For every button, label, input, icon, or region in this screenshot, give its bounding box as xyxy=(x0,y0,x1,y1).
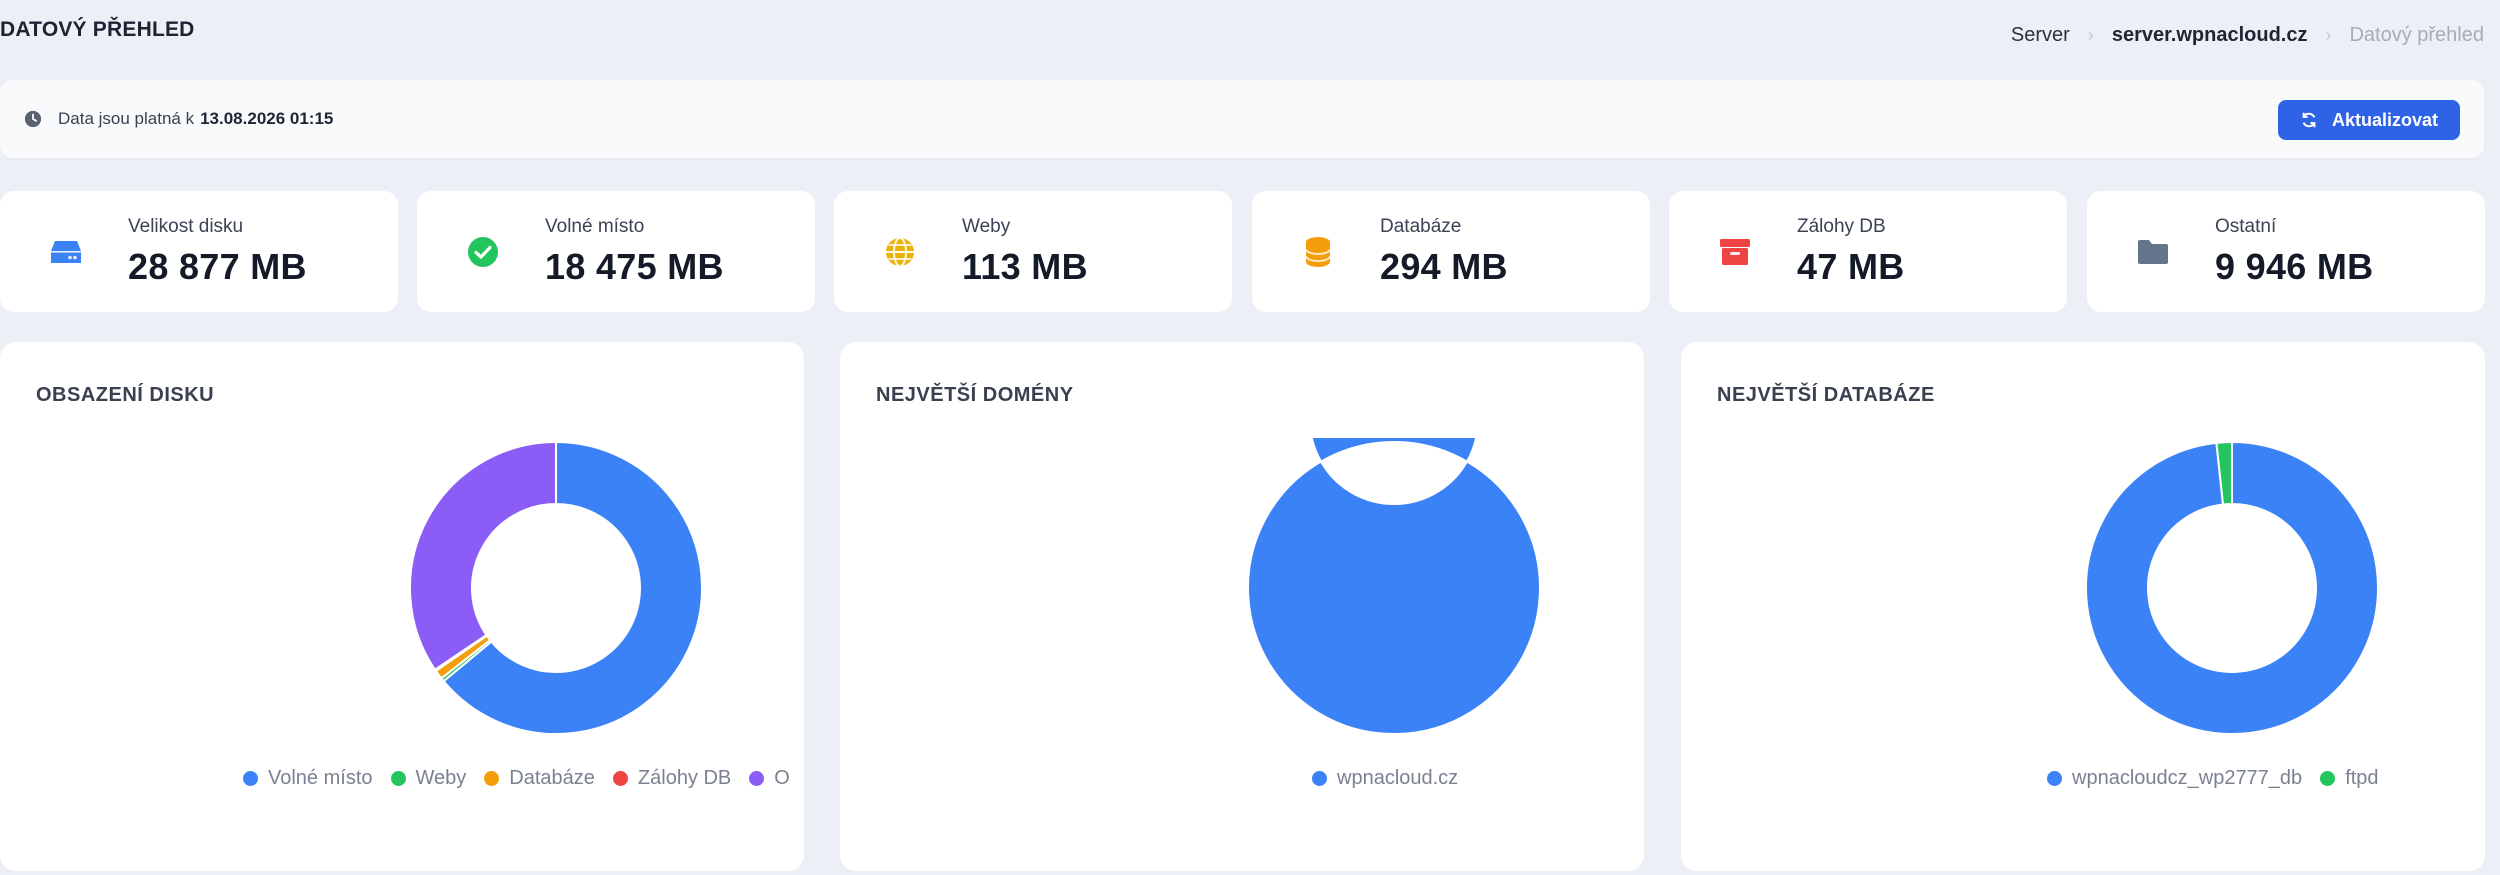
stat-value: 294 MB xyxy=(1380,245,1508,287)
legend-label: Weby xyxy=(415,767,467,789)
panel-title: NEJVĚTŠÍ DOMÉNY xyxy=(876,384,1074,406)
stat-value: 9 946 MB xyxy=(2215,245,2374,287)
stat-label: Zálohy DB xyxy=(1797,215,1886,237)
page-title: DATOVÝ PŘEHLED xyxy=(0,18,195,41)
breadcrumb-server[interactable]: Server xyxy=(2011,24,2070,47)
stat-card-databases: Databáze 294 MB xyxy=(1252,191,1650,312)
legend-dot xyxy=(2320,771,2336,786)
refresh-button-label: Aktualizovat xyxy=(2331,109,2438,130)
stat-card-free-space: Volné místo 18 475 MB xyxy=(417,191,815,312)
legend-dot xyxy=(484,771,500,786)
clock-icon xyxy=(24,110,42,128)
check-circle-icon xyxy=(447,216,519,288)
legend-item-z-lohy-db[interactable]: Zálohy DB xyxy=(612,767,732,790)
chevron-right-icon: › xyxy=(2325,25,2332,45)
validity-date: 13.08.2026 01:15 xyxy=(200,109,334,128)
stat-label: Weby xyxy=(962,215,1011,237)
legend-item-weby[interactable]: Weby xyxy=(390,767,467,790)
chart-legend: wpnacloud.cz xyxy=(1312,767,1458,790)
stat-card-websites: Weby 113 MB xyxy=(834,191,1232,312)
stat-value: 113 MB xyxy=(962,245,1088,287)
legend-item-datab-ze[interactable]: Databáze xyxy=(484,767,595,790)
validity-label: Data jsou platná k xyxy=(58,109,195,128)
refresh-button[interactable]: Aktualizovat xyxy=(2277,100,2460,140)
stat-value: 28 877 MB xyxy=(128,245,307,287)
legend-label: Volné místo xyxy=(268,767,373,789)
stat-card-db-backups: Zálohy DB 47 MB xyxy=(1669,191,2067,312)
legend-label: O xyxy=(774,767,790,789)
folder-icon xyxy=(2117,216,2189,288)
legend-item-o[interactable]: O xyxy=(749,767,790,790)
stat-value: 18 475 MB xyxy=(545,245,724,287)
stats-row: Velikost disku 28 877 MB Volné místo 18 … xyxy=(0,191,2500,312)
legend-dot xyxy=(2047,771,2062,786)
legend-dot xyxy=(749,771,765,786)
legend-label: wpnacloud.cz xyxy=(1337,767,1459,789)
breadcrumb-current: Datový přehled xyxy=(2349,24,2484,46)
legend-label: wpnacloudcz_wp2777_db xyxy=(2072,767,2303,789)
data-validity-bar: Data jsou platná k 13.08.2026 01:15 Aktu… xyxy=(0,80,2484,158)
largest-domains-panel: NEJVĚTŠÍ DOMÉNY wpnacloud.cz xyxy=(840,342,1644,871)
legend-label: Databáze xyxy=(509,767,595,789)
chart-legend: wpnacloudcz_wp2777_db ftpd xyxy=(2047,767,2379,790)
donut-slice-wpnacloud-cz[interactable] xyxy=(1246,438,1541,735)
legend-item-voln-m-sto[interactable]: Volné místo xyxy=(243,767,373,790)
stat-label: Volné místo xyxy=(545,215,645,237)
legend-label: Zálohy DB xyxy=(637,767,732,789)
stat-label: Ostatní xyxy=(2215,215,2277,237)
largest-domains-donut xyxy=(1246,438,1541,735)
chevron-right-icon: › xyxy=(2087,25,2094,45)
refresh-icon xyxy=(2302,112,2316,128)
breadcrumb: Server › server.wpnacloud.cz › Datový př… xyxy=(2011,24,2484,47)
chart-legend: Volné místo Weby Databáze Zálohy DB O xyxy=(243,767,790,790)
breadcrumb-hostname[interactable]: server.wpnacloud.cz xyxy=(2112,24,2308,47)
disk-icon xyxy=(30,216,102,288)
stat-label: Databáze xyxy=(1380,215,1462,237)
panel-title: NEJVĚTŠÍ DATABÁZE xyxy=(1717,384,1935,406)
legend-item-ftpd[interactable]: ftpd xyxy=(2320,767,2379,790)
legend-dot xyxy=(1312,771,1327,786)
legend-label: ftpd xyxy=(2345,767,2379,789)
database-icon xyxy=(1282,216,1354,288)
legend-dot xyxy=(390,771,406,786)
legend-dot xyxy=(243,771,258,786)
stat-card-other: Ostatní 9 946 MB xyxy=(2087,191,2485,312)
largest-databases-panel: NEJVĚTŠÍ DATABÁZE wpnacloudcz_wp2777_db f… xyxy=(1681,342,2485,871)
stat-label: Velikost disku xyxy=(128,215,244,237)
largest-databases-donut xyxy=(2085,440,2379,735)
panel-title: OBSAZENÍ DISKU xyxy=(36,384,215,406)
donut-slice-ostatn[interactable] xyxy=(409,440,557,672)
disk-usage-donut xyxy=(409,440,703,735)
stat-card-disk-size: Velikost disku 28 877 MB xyxy=(0,191,398,312)
legend-item-wpnacloudcz-wp2777-db[interactable]: wpnacloudcz_wp2777_db xyxy=(2047,767,2302,790)
legend-item-wpnacloud-cz[interactable]: wpnacloud.cz xyxy=(1312,767,1458,790)
disk-usage-panel: OBSAZENÍ DISKU Volné místo Weby Databáze Zá… xyxy=(0,342,804,871)
stat-value: 47 MB xyxy=(1797,245,1905,287)
globe-icon xyxy=(864,216,936,288)
legend-dot xyxy=(612,771,628,786)
archive-icon xyxy=(1699,216,1771,288)
